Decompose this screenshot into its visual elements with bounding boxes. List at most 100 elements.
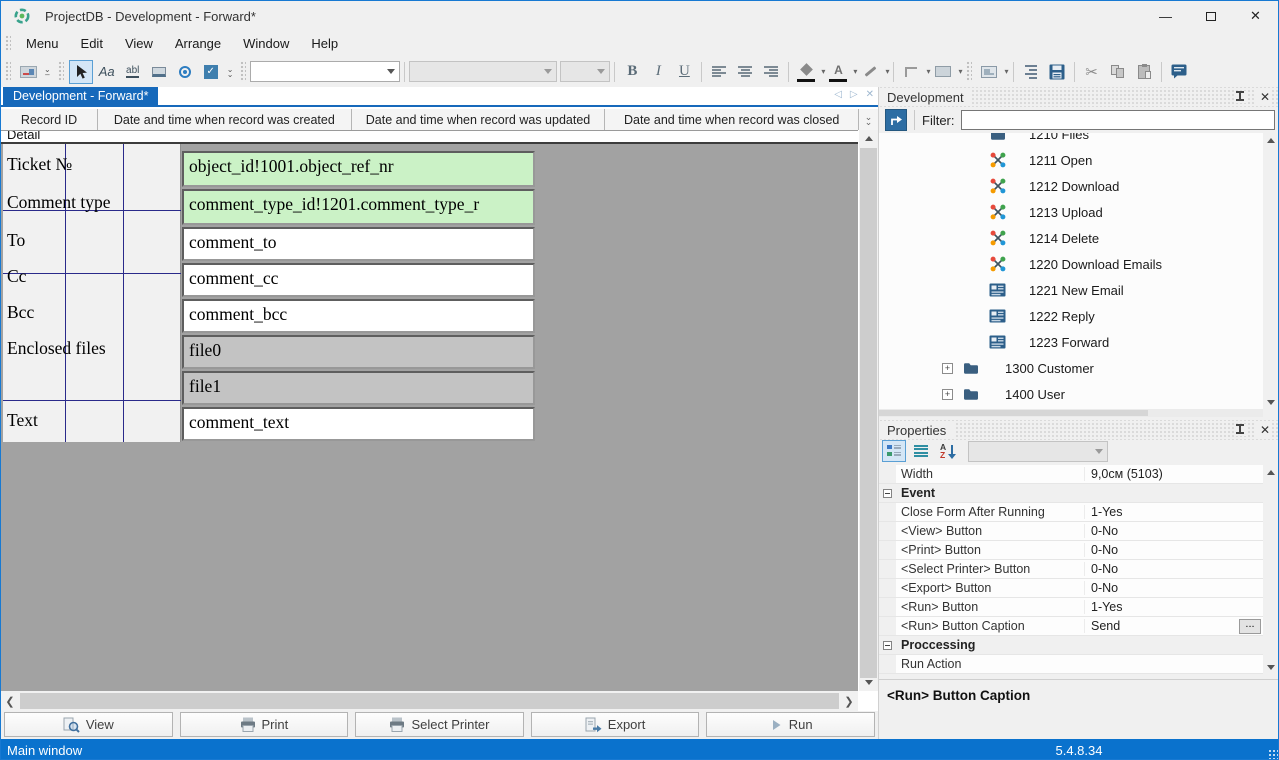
property-value[interactable]: 0-No — [1084, 524, 1263, 538]
designer-vertical-scrollbar[interactable] — [859, 130, 878, 691]
tree-horizontal-scrollbar[interactable] — [879, 409, 1263, 417]
font-color-button[interactable]: A — [826, 60, 850, 84]
close-button[interactable]: ✕ — [1233, 1, 1278, 31]
save-button[interactable] — [1045, 60, 1069, 84]
tree-item-1300-customer[interactable]: +1300 Customer — [942, 357, 1094, 379]
chevron-down-icon[interactable]: ▾ — [958, 67, 962, 76]
chevron-down-icon[interactable]: ▾ — [926, 67, 930, 76]
chevron-down-icon[interactable]: ▾ — [821, 67, 825, 76]
panel-close-icon[interactable]: ✕ — [1256, 90, 1270, 104]
view-button[interactable]: View — [4, 712, 173, 737]
scroll-down-icon[interactable] — [1263, 395, 1279, 409]
menu-item-help[interactable]: Help — [300, 33, 349, 54]
form-field[interactable]: comment_type_id!1201.comment_type_r — [182, 189, 535, 225]
column-header[interactable]: Record ID — [1, 109, 98, 130]
tree-item-1220-download-emails[interactable]: 1220 Download Emails — [989, 253, 1162, 275]
chevron-down-icon[interactable]: ▾ — [853, 67, 857, 76]
tree-item-1210-files[interactable]: 1210 Files — [989, 133, 1089, 145]
tree-item-1400-user[interactable]: +1400 User — [942, 383, 1065, 405]
tab-prev-icon[interactable]: ◁ — [834, 89, 842, 100]
categorized-view-button[interactable] — [882, 440, 906, 462]
property-value[interactable]: 0-No — [1084, 543, 1263, 557]
menu-item-edit[interactable]: Edit — [70, 33, 114, 54]
property-row-select-printer-button[interactable]: <Select Printer> Button0-No — [879, 560, 1263, 579]
scrollbar-thumb[interactable] — [860, 148, 877, 678]
properties-vertical-scrollbar[interactable] — [1263, 465, 1279, 674]
comment-button[interactable] — [1167, 60, 1191, 84]
panel-close-icon[interactable]: ✕ — [1256, 423, 1270, 437]
textbox-tool-button[interactable]: abl — [121, 60, 145, 84]
tree-item-1212-download[interactable]: 1212 Download — [989, 175, 1119, 197]
property-value[interactable]: Send — [1084, 619, 1239, 633]
tools-overflow-icon[interactable]: ⌄⌄ — [227, 67, 234, 77]
border-button[interactable] — [899, 60, 923, 84]
font-combobox[interactable] — [409, 61, 557, 82]
collapse-icon[interactable] — [883, 641, 892, 650]
tree-item-1211-open[interactable]: 1211 Open — [989, 149, 1092, 171]
ellipsis-button[interactable]: ... — [1239, 619, 1261, 634]
form-field[interactable]: file1 — [182, 371, 535, 405]
property-value[interactable]: 9,0см (5103) — [1084, 467, 1263, 481]
form-field[interactable]: comment_bcc — [182, 299, 535, 333]
form-designer[interactable]: Ticket №Comment typeToCcBccEnclosed file… — [1, 142, 858, 691]
scrollbar-thumb[interactable] — [879, 410, 1148, 416]
collapse-icon[interactable] — [883, 489, 892, 498]
property-category-proccessing[interactable]: Proccessing — [879, 636, 1263, 655]
form-field[interactable]: comment_cc — [182, 263, 535, 297]
scroll-left-icon[interactable]: ❮ — [1, 695, 19, 708]
font-size-combobox[interactable] — [560, 61, 610, 82]
tab-next-icon[interactable]: ▷ — [850, 89, 858, 100]
filter-input[interactable] — [961, 110, 1276, 130]
run-button[interactable]: Run — [706, 712, 875, 737]
tab-development-forward[interactable]: Development - Forward* — [3, 87, 158, 105]
tree-vertical-scrollbar[interactable] — [1263, 133, 1279, 409]
copy-button[interactable] — [1106, 60, 1130, 84]
label-tool-button[interactable]: Aa — [95, 60, 119, 84]
scroll-right-icon[interactable]: ❯ — [840, 695, 858, 708]
align-right-button[interactable] — [759, 60, 783, 84]
pin-icon[interactable] — [1234, 91, 1246, 103]
align-left-button[interactable] — [707, 60, 731, 84]
checkbox-tool-button[interactable]: ✓ — [199, 60, 223, 84]
menu-item-arrange[interactable]: Arrange — [164, 33, 232, 54]
style-combobox[interactable] — [250, 61, 400, 82]
property-row-print-button[interactable]: <Print> Button0-No — [879, 541, 1263, 560]
alphabetical-view-button[interactable] — [909, 440, 933, 462]
property-row-view-button[interactable]: <View> Button0-No — [879, 522, 1263, 541]
tree-item-1223-forward[interactable]: 1223 Forward — [989, 331, 1109, 353]
property-value[interactable]: 1-Yes — [1084, 505, 1263, 519]
property-row-width[interactable]: Width9,0см (5103) — [879, 465, 1263, 484]
expand-icon[interactable]: + — [942, 363, 953, 374]
align-center-button[interactable] — [733, 60, 757, 84]
header-overflow-icon[interactable]: ⌄⌄ — [859, 109, 878, 130]
cut-button[interactable]: ✂ — [1080, 60, 1104, 84]
designer-horizontal-scrollbar[interactable]: ❮ ❯ — [1, 691, 858, 711]
minimize-button[interactable]: — — [1143, 1, 1188, 31]
paste-button[interactable] — [1132, 60, 1156, 84]
menu-item-window[interactable]: Window — [232, 33, 300, 54]
resize-grip[interactable] — [1268, 749, 1278, 759]
scroll-down-icon[interactable] — [1263, 660, 1279, 674]
select-tool-button[interactable] — [69, 60, 93, 84]
tree-item-1222-reply[interactable]: 1222 Reply — [989, 305, 1095, 327]
outline-list-button[interactable] — [1019, 60, 1043, 84]
form-field[interactable]: file0 — [182, 335, 535, 369]
property-object-combobox[interactable] — [968, 441, 1108, 462]
property-row-run-action[interactable]: Run Action — [879, 655, 1263, 674]
pin-icon[interactable] — [1234, 424, 1246, 436]
rectangle-button[interactable] — [931, 60, 955, 84]
column-header[interactable]: Date and time when record was updated — [352, 109, 606, 130]
column-header[interactable]: Date and time when record was created — [98, 109, 352, 130]
maximize-button[interactable] — [1188, 1, 1233, 31]
sort-az-button[interactable]: AZ — [936, 440, 960, 462]
form-field[interactable]: comment_text — [182, 407, 535, 441]
form-field[interactable]: object_id!1001.object_ref_nr — [182, 151, 535, 187]
bold-button[interactable]: B — [620, 60, 644, 84]
print-button[interactable]: Print — [180, 712, 349, 737]
tree-item-1213-upload[interactable]: 1213 Upload — [989, 201, 1103, 223]
export-button[interactable]: Export — [531, 712, 700, 737]
italic-button[interactable]: I — [646, 60, 670, 84]
chevron-down-icon[interactable]: ▾ — [1004, 67, 1008, 76]
property-value[interactable]: 0-No — [1084, 581, 1263, 595]
scroll-down-icon[interactable] — [859, 674, 878, 691]
